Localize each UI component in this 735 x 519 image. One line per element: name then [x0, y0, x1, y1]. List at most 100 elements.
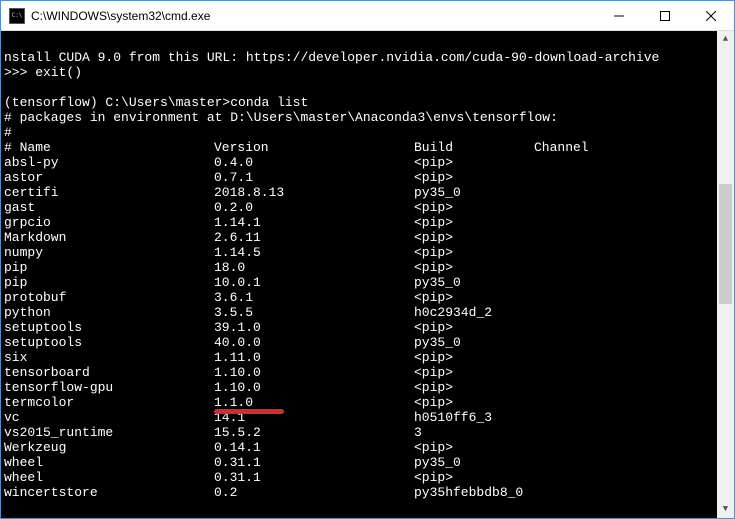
table-row: python3.5.5h0c2934d_2 [4, 305, 730, 320]
table-row: Werkzeug0.14.1<pip> [4, 440, 730, 455]
pkg-build: <pip> [414, 320, 534, 335]
scroll-down-button[interactable]: ▼ [717, 501, 734, 518]
minimize-button[interactable] [596, 1, 642, 30]
pkg-build: <pip> [414, 215, 534, 230]
pkg-name: wincertstore [4, 485, 214, 500]
table-row: Markdown2.6.11<pip> [4, 230, 730, 245]
pkg-name: tensorflow-gpu [4, 380, 214, 395]
pkg-version: 2018.8.13 [214, 185, 414, 200]
output-line: # packages in environment at D:\Users\ma… [4, 110, 558, 125]
table-row: vs2015_runtime15.5.23 [4, 425, 730, 440]
pkg-name: setuptools [4, 335, 214, 350]
pkg-name: six [4, 350, 214, 365]
window-title: C:\WINDOWS\system32\cmd.exe [31, 9, 596, 23]
pkg-name: protobuf [4, 290, 214, 305]
window-buttons [596, 1, 734, 30]
table-row: wheel0.31.1py35_0 [4, 455, 730, 470]
cmd-icon [9, 8, 25, 24]
pkg-name: wheel [4, 455, 214, 470]
pkg-version: 2.6.11 [214, 230, 414, 245]
pkg-version: 39.1.0 [214, 320, 414, 335]
pkg-build: <pip> [414, 200, 534, 215]
output-line: >>> exit() [4, 65, 82, 80]
pkg-name: certifi [4, 185, 214, 200]
pkg-build: h0c2934d_2 [414, 305, 534, 320]
pkg-version: 0.14.1 [214, 440, 414, 455]
table-row: certifi2018.8.13py35_0 [4, 185, 730, 200]
terminal[interactable]: nstall CUDA 9.0 from this URL: https://d… [1, 31, 734, 518]
table-row: setuptools40.0.0py35_0 [4, 335, 730, 350]
pkg-name: vs2015_runtime [4, 425, 214, 440]
highlight-underline [214, 409, 284, 414]
titlebar[interactable]: C:\WINDOWS\system32\cmd.exe [1, 1, 734, 31]
pkg-build: py35_0 [414, 455, 534, 470]
pkg-version: 1.1.0 [214, 395, 414, 410]
pkg-name: pip [4, 260, 214, 275]
pkg-build: <pip> [414, 230, 534, 245]
pkg-build: py35_0 [414, 335, 534, 350]
table-row: vc14.1h0510ff6_3 [4, 410, 730, 425]
table-row: six1.11.0<pip> [4, 350, 730, 365]
output-line: nstall CUDA 9.0 from this URL: https://d… [4, 50, 659, 65]
close-button[interactable] [688, 1, 734, 30]
terminal-body: nstall CUDA 9.0 from this URL: https://d… [1, 35, 730, 500]
pkg-build: h0510ff6_3 [414, 410, 534, 425]
table-row: astor0.7.1<pip> [4, 170, 730, 185]
pkg-version: 1.14.5 [214, 245, 414, 260]
table-row: tensorboard1.10.0<pip> [4, 365, 730, 380]
pkg-name: setuptools [4, 320, 214, 335]
pkg-version: 3.6.1 [214, 290, 414, 305]
pkg-build: 3 [414, 425, 534, 440]
pkg-version: 1.14.1 [214, 215, 414, 230]
pkg-name: python [4, 305, 214, 320]
pkg-name: wheel [4, 470, 214, 485]
scroll-track[interactable] [717, 48, 734, 501]
pkg-version: 10.0.1 [214, 275, 414, 290]
table-row: grpcio1.14.1<pip> [4, 215, 730, 230]
pkg-version: 18.0 [214, 260, 414, 275]
pkg-name: tensorboard [4, 365, 214, 380]
table-row: termcolor1.1.0<pip> [4, 395, 730, 410]
pkg-build: <pip> [414, 170, 534, 185]
table-row: numpy1.14.5<pip> [4, 245, 730, 260]
pkg-name: termcolor [4, 395, 214, 410]
pkg-version: 0.4.0 [214, 155, 414, 170]
pkg-version: 0.31.1 [214, 470, 414, 485]
pkg-version: 0.7.1 [214, 170, 414, 185]
pkg-version: 3.5.5 [214, 305, 414, 320]
pkg-version: 1.10.0 [214, 365, 414, 380]
pkg-build: <pip> [414, 350, 534, 365]
pkg-build: <pip> [414, 470, 534, 485]
pkg-name: Markdown [4, 230, 214, 245]
output-line: # [4, 125, 12, 140]
pkg-build: <pip> [414, 245, 534, 260]
table-row: pip18.0<pip> [4, 260, 730, 275]
pkg-build: <pip> [414, 365, 534, 380]
table-row: protobuf3.6.1<pip> [4, 290, 730, 305]
table-row: gast0.2.0<pip> [4, 200, 730, 215]
table-row: absl-py0.4.0<pip> [4, 155, 730, 170]
table-header: # NameVersionBuildChannel [4, 140, 730, 155]
pkg-name: absl-py [4, 155, 214, 170]
table-row: wheel0.31.1<pip> [4, 470, 730, 485]
pkg-build: <pip> [414, 380, 534, 395]
pkg-version: 1.10.0 [214, 380, 414, 395]
pkg-name: Werkzeug [4, 440, 214, 455]
package-list: absl-py0.4.0<pip>astor0.7.1<pip>certifi2… [4, 155, 730, 500]
pkg-build: <pip> [414, 395, 534, 410]
pkg-build: py35_0 [414, 275, 534, 290]
pkg-version: 0.2 [214, 485, 414, 500]
table-row: pip10.0.1py35_0 [4, 275, 730, 290]
prompt-line: (tensorflow) C:\Users\master>conda list [4, 95, 308, 110]
pkg-name: numpy [4, 245, 214, 260]
pkg-build: py35_0 [414, 185, 534, 200]
pkg-version: 1.11.0 [214, 350, 414, 365]
pkg-name: grpcio [4, 215, 214, 230]
pkg-version: 15.5.2 [214, 425, 414, 440]
scroll-thumb[interactable] [719, 184, 732, 304]
scroll-up-button[interactable]: ▲ [717, 31, 734, 48]
pkg-build: <pip> [414, 155, 534, 170]
maximize-button[interactable] [642, 1, 688, 30]
table-row: setuptools39.1.0<pip> [4, 320, 730, 335]
scrollbar[interactable]: ▲ ▼ [717, 31, 734, 518]
